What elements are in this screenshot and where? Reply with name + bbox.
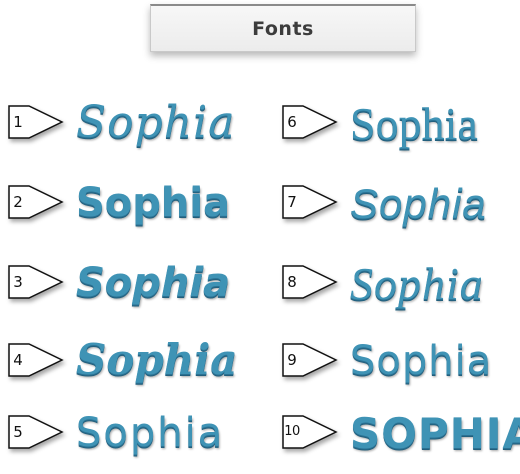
font-option-5[interactable]: 5 Sophia [6,405,256,465]
option-number: 10 [284,424,300,439]
font-sample: Sophia [76,410,225,456]
font-sample: Sophia [350,98,478,149]
option-number: 3 [13,273,23,291]
page-title: Fonts [252,17,314,40]
font-option-1[interactable]: 1 Sophia [6,95,256,155]
font-option-3[interactable]: 3 Sophia [6,255,256,315]
font-option-2[interactable]: 2 Sophia [6,175,256,235]
option-number: 8 [287,273,297,291]
option-number: 6 [287,113,297,131]
number-marker: 3 [6,263,64,301]
number-marker: 2 [6,183,64,221]
option-number: 5 [13,423,23,441]
option-number: 2 [13,193,23,211]
number-marker: 9 [280,341,338,379]
font-option-10[interactable]: 10 SOPHIA [280,405,520,465]
font-sample: Sophia [76,260,231,306]
font-sample: Sophia [350,338,493,384]
number-marker: 7 [280,183,338,221]
number-marker: 10 [280,413,338,451]
font-sample: Sophia [76,180,231,226]
number-marker: 4 [6,341,64,379]
number-marker: 1 [6,103,64,141]
font-sample: Sophia [76,97,236,148]
option-number: 7 [287,193,297,211]
font-sample: Sophia [76,335,238,384]
font-option-4[interactable]: 4 Sophia [6,333,256,393]
option-number: 9 [287,351,297,369]
font-sample: Sophia [350,180,487,227]
number-marker: 8 [280,263,338,301]
font-sample: Sophia [350,258,484,309]
font-option-8[interactable]: 8 Sophia [280,255,520,315]
option-number: 1 [13,113,23,131]
title-box: Fonts [150,4,416,52]
font-sample: SOPHIA [350,409,520,458]
font-option-6[interactable]: 6 Sophia [280,95,520,155]
number-marker: 6 [280,103,338,141]
font-option-9[interactable]: 9 Sophia [280,333,520,393]
number-marker: 5 [6,413,64,451]
option-number: 4 [13,351,23,369]
font-option-7[interactable]: 7 Sophia [280,175,520,235]
